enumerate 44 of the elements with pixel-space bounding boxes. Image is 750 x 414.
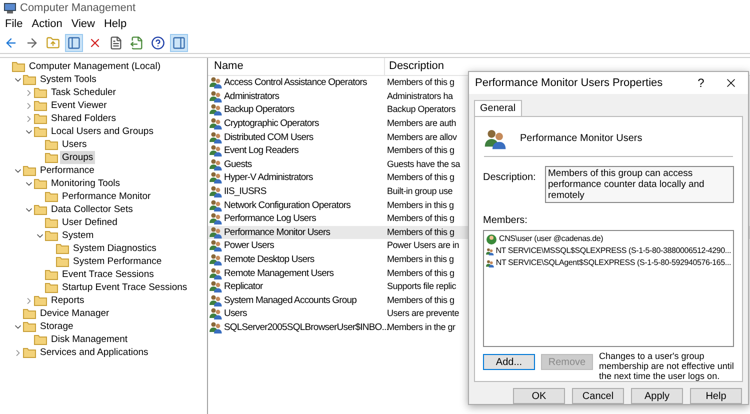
table-cell: IIS_IUSRS [224, 185, 266, 198]
table-cell: Event Log Readers [224, 144, 299, 158]
table-cell: Performance Monitor Users [224, 226, 330, 239]
table-cell: Guests [224, 158, 252, 171]
table-cell: Hyper-V Administrators [224, 171, 313, 184]
table-cell: Members are auth [387, 117, 456, 130]
window-title: Computer Management [20, 0, 136, 16]
table-cell: Administrators ha [387, 90, 453, 103]
table-cell: Distributed COM Users [224, 130, 314, 144]
table-cell: Built-in group use [387, 185, 453, 198]
table-cell: Remote Management Users [224, 266, 334, 280]
table-cell: Members of this g [387, 294, 454, 307]
table-cell: Members in this g [387, 198, 454, 212]
table-cell: Performance Log Users [224, 212, 316, 226]
table-cell: Members in the gr [387, 320, 456, 334]
table-cell: Backup Operators [387, 103, 456, 116]
table-cell: Power Users [224, 239, 274, 252]
group-name: Performance Monitor Users [520, 132, 642, 146]
table-cell: Users are prevente [387, 307, 460, 320]
table-cell: Access Control Assistance Operators [224, 76, 367, 90]
dialog-title: Performance Monitor Users Properties [475, 76, 664, 91]
table-cell: Network Configuration Operators [224, 198, 350, 212]
table-cell: Administrators [224, 90, 280, 103]
description-label: Description: [483, 171, 535, 186]
table-cell: Members in this g [387, 253, 454, 266]
table-cell: Replicator [224, 280, 263, 294]
table-cell: Members of this g [387, 226, 454, 239]
table-cell: System Managed Accounts Group [224, 294, 357, 307]
table-cell: Members of this g [387, 212, 454, 226]
table-cell: Supports file replic [387, 280, 456, 294]
table-cell: Remote Desktop Users [224, 253, 314, 266]
table-cell: Members of this g [387, 171, 454, 184]
table-cell: Cryptographic Operators [224, 117, 319, 130]
table-cell: Backup Operators [224, 103, 294, 116]
table-cell: Members are allov [387, 130, 457, 144]
membership-note: Changes to a user's group membership are not effective until the next time the user logs on. [599, 351, 734, 381]
table-cell: SQLServer2005SQLBrowserUser$INBO... [224, 320, 388, 334]
table-cell: Power Users are in [387, 239, 460, 252]
table-cell: Members of this g [387, 76, 454, 90]
table-cell: Users [224, 307, 247, 320]
table-cell: Guests have the sa [387, 158, 460, 171]
members-label: Members: [483, 214, 528, 228]
table-cell: Members of this g [387, 266, 454, 280]
table-cell: Members of this g [387, 144, 454, 158]
